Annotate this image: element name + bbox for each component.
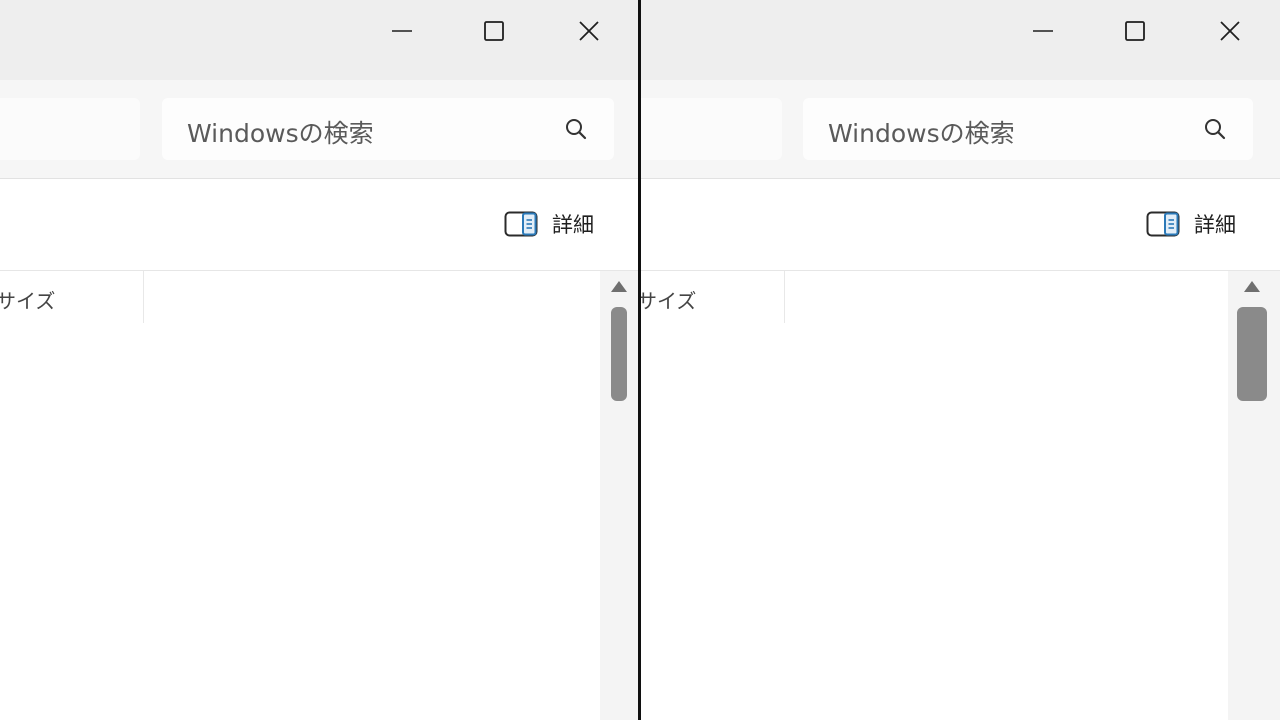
- minimize-icon: [392, 30, 412, 32]
- scroll-up-arrow[interactable]: [1244, 281, 1260, 292]
- maximize-button[interactable]: [471, 8, 517, 54]
- details-button-label: 詳細: [552, 213, 594, 237]
- details-button-label: 詳細: [1194, 213, 1236, 237]
- file-list: サイズ: [641, 271, 1280, 720]
- maximize-icon: [484, 21, 504, 41]
- minimize-icon: [1033, 30, 1053, 32]
- address-path-box[interactable]: [641, 98, 782, 160]
- search-box[interactable]: Windowsの検索: [803, 98, 1253, 160]
- search-input[interactable]: Windowsの検索: [187, 114, 374, 150]
- maximize-icon: [1125, 21, 1145, 41]
- address-path-box[interactable]: [0, 98, 140, 160]
- column-header-size[interactable]: サイズ: [641, 271, 785, 323]
- scroll-thumb[interactable]: [611, 307, 627, 401]
- details-pane-button[interactable]: 詳細: [504, 209, 594, 239]
- explorer-window-right: Windowsの検索 詳細 サイズ: [641, 0, 1280, 720]
- column-header-label: サイズ: [0, 289, 56, 313]
- search-input[interactable]: Windowsの検索: [828, 114, 1015, 150]
- close-button[interactable]: [566, 8, 612, 54]
- vertical-scrollbar[interactable]: [1228, 271, 1280, 720]
- explorer-window-left: Windowsの検索 詳細 サイズ: [0, 0, 638, 720]
- command-bar: 詳細: [641, 179, 1280, 271]
- close-icon: [1220, 21, 1240, 41]
- column-header-label: サイズ: [641, 289, 697, 313]
- command-bar: 詳細: [0, 179, 638, 271]
- search-icon[interactable]: [564, 117, 588, 141]
- details-pane-icon: [1146, 211, 1180, 237]
- title-bar[interactable]: [0, 0, 638, 80]
- scroll-up-arrow[interactable]: [611, 281, 627, 292]
- search-icon[interactable]: [1203, 117, 1227, 141]
- column-header-size[interactable]: サイズ: [0, 271, 144, 323]
- address-bar: Windowsの検索: [641, 80, 1280, 179]
- minimize-button[interactable]: [379, 8, 425, 54]
- scroll-thumb[interactable]: [1237, 307, 1267, 401]
- address-bar: Windowsの検索: [0, 80, 638, 179]
- close-button[interactable]: [1207, 8, 1253, 54]
- title-bar[interactable]: [641, 0, 1280, 80]
- vertical-scrollbar[interactable]: [600, 271, 638, 720]
- search-box[interactable]: Windowsの検索: [162, 98, 614, 160]
- minimize-button[interactable]: [1020, 8, 1066, 54]
- details-pane-icon: [504, 211, 538, 237]
- maximize-button[interactable]: [1112, 8, 1158, 54]
- file-list: サイズ: [0, 271, 638, 720]
- close-icon: [579, 21, 599, 41]
- details-pane-button[interactable]: 詳細: [1146, 209, 1236, 239]
